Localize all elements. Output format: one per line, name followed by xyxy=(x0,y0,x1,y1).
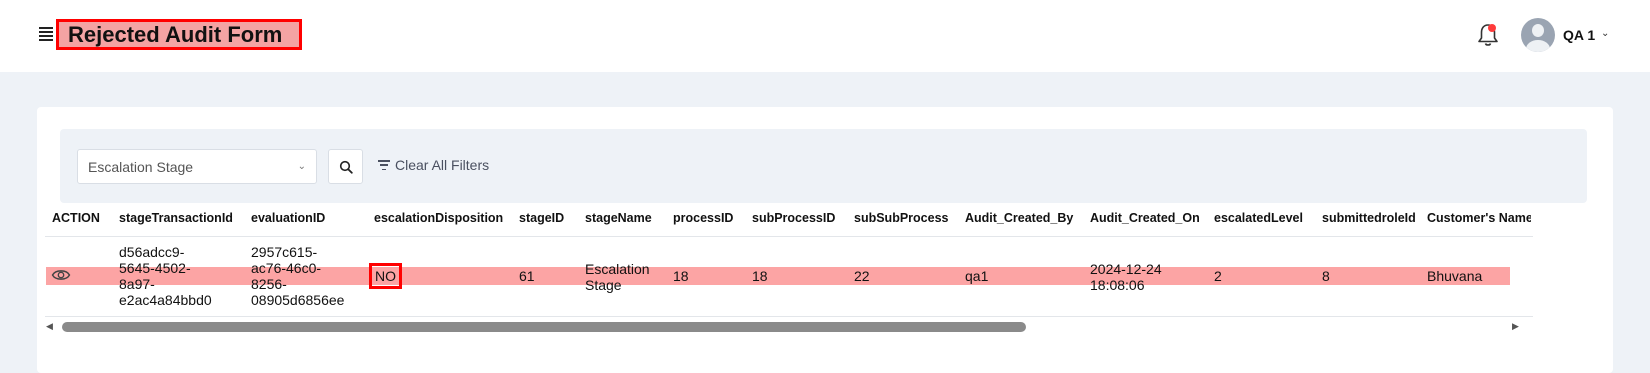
cell-line: ac76-46c0- xyxy=(251,260,322,276)
column-header-stage-name[interactable]: stageName xyxy=(585,211,652,225)
user-name[interactable]: QA 1 xyxy=(1563,27,1595,43)
content-card: Escalation Stage ⌄ Clear All Filters xyxy=(37,107,1613,373)
cell-line: 08905d6856ee xyxy=(251,292,345,308)
cell-sub-process-id: 18 xyxy=(752,268,768,284)
column-header-audit-created-on[interactable]: Audit_Created_On xyxy=(1090,211,1200,225)
cell-line: 8a97- xyxy=(119,276,155,292)
cell-line: e2ac4a84bbd0 xyxy=(119,292,212,308)
cell-line: 5645-4502- xyxy=(119,260,191,276)
cell-line: Escalation xyxy=(585,261,650,277)
clear-all-filters-label: Clear All Filters xyxy=(395,157,490,173)
cell-line: 18:08:06 xyxy=(1090,277,1145,293)
notification-dot xyxy=(1488,24,1496,32)
horizontal-scrollbar-thumb[interactable] xyxy=(62,322,1026,332)
cell-line: Stage xyxy=(585,277,622,293)
column-header-evaluation-id[interactable]: evaluationID xyxy=(251,211,325,225)
column-header-customer-name[interactable]: Customer's Name xyxy=(1427,211,1531,225)
column-header-sub-process-id[interactable]: subProcessID xyxy=(752,211,835,225)
cell-customer-name: Bhuvana xyxy=(1427,268,1483,284)
column-header-process-id[interactable]: processID xyxy=(673,211,733,225)
avatar[interactable] xyxy=(1521,18,1555,52)
scroll-left-arrow-icon[interactable]: ◀ xyxy=(46,321,53,332)
column-header-escalation-disposition[interactable]: escalationDisposition xyxy=(374,211,503,225)
cell-stage-transaction-id: d56adcc9- 5645-4502- 8a97- e2ac4a84bbd0 xyxy=(119,244,212,308)
page-title: Rejected Audit Form xyxy=(56,19,303,50)
cell-escalation-disposition: NO xyxy=(369,263,402,289)
cell-stage-name: Escalation Stage xyxy=(585,261,650,293)
column-header-stage-id[interactable]: stageID xyxy=(519,211,564,225)
header-divider xyxy=(45,236,1533,237)
cell-line: 8256- xyxy=(251,276,287,292)
cell-evaluation-id: 2957c615- ac76-46c0- 8256- 08905d6856ee xyxy=(251,244,344,308)
cell-audit-created-on: 2024-12-24 18:08:06 xyxy=(1090,261,1162,293)
column-header-escalated-level[interactable]: escalatedLevel xyxy=(1214,211,1303,225)
cell-line: d56adcc9- xyxy=(119,244,185,260)
stage-select-value: Escalation Stage xyxy=(88,158,194,175)
cell-audit-created-by: qa1 xyxy=(965,268,989,284)
chevron-down-icon: ⌄ xyxy=(297,161,306,172)
filter-bar: Escalation Stage ⌄ Clear All Filters xyxy=(60,129,1587,203)
row-divider xyxy=(45,316,1533,317)
column-header-sub-sub-process[interactable]: subSubProcess xyxy=(854,211,948,225)
cell-sub-sub-process: 22 xyxy=(854,268,870,284)
top-header: Rejected Audit Form QA 1 ⌄ xyxy=(0,0,1650,72)
filter-icon xyxy=(378,160,390,170)
scroll-right-arrow-icon[interactable]: ▶ xyxy=(1512,321,1519,332)
column-header-submitted-role-id[interactable]: submittedroleId xyxy=(1322,211,1416,225)
cell-stage-id: 61 xyxy=(519,268,535,284)
cell-submitted-role-id: 8 xyxy=(1322,268,1330,284)
cell-escalated-level: 2 xyxy=(1214,268,1222,284)
column-header-audit-created-by[interactable]: Audit_Created_By xyxy=(965,211,1073,225)
eye-icon[interactable] xyxy=(51,268,71,282)
cell-line: 2024-12-24 xyxy=(1090,261,1162,277)
hamburger-menu-icon[interactable] xyxy=(39,27,53,41)
cell-line: 2957c615- xyxy=(251,244,318,260)
cell-process-id: 18 xyxy=(673,268,689,284)
search-button[interactable] xyxy=(328,149,363,184)
chevron-down-icon[interactable]: ⌄ xyxy=(1601,28,1609,39)
column-header-action[interactable]: ACTION xyxy=(52,211,100,225)
column-header-stage-transaction-id[interactable]: stageTransactionId xyxy=(119,211,233,225)
clear-all-filters-button[interactable]: Clear All Filters xyxy=(378,157,489,173)
search-icon xyxy=(339,160,353,174)
stage-select[interactable]: Escalation Stage ⌄ xyxy=(77,149,317,184)
